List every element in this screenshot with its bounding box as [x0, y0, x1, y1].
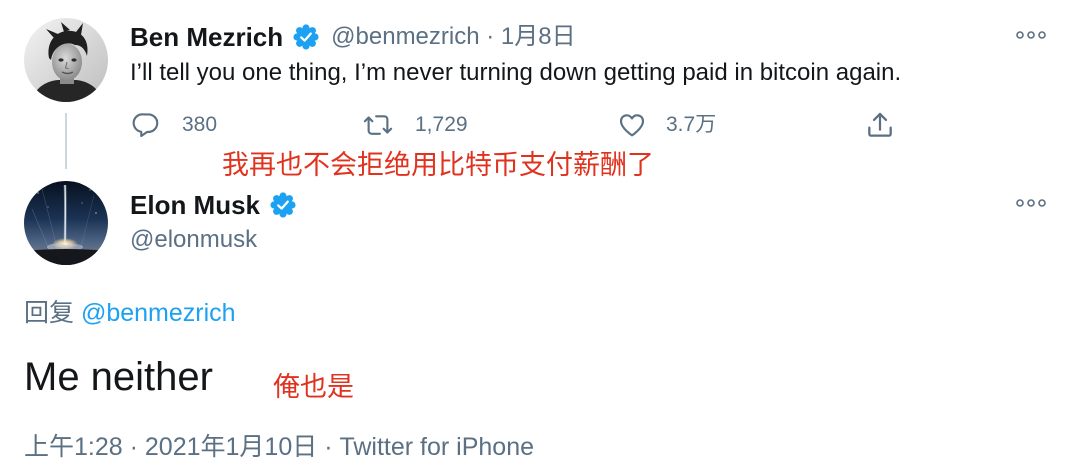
ben-mezrich-avatar[interactable] — [24, 18, 108, 102]
tweet-time[interactable]: 上午1:28 — [24, 433, 123, 461]
like-icon — [616, 110, 648, 140]
replying-to-label: 回复 — [24, 299, 75, 327]
reply-tweet-header: Elon Musk — [130, 188, 296, 222]
retweet-count: 1,729 — [415, 113, 468, 136]
reply-icon — [131, 110, 161, 140]
more-options-button[interactable] — [1014, 193, 1048, 213]
meta-separator: · — [324, 433, 333, 461]
author-handle[interactable]: @benmezrich — [331, 23, 479, 50]
author-handle[interactable]: @elonmusk — [130, 224, 257, 256]
reply-count: 380 — [182, 113, 218, 136]
tweet-source[interactable]: Twitter for iPhone — [339, 433, 534, 461]
more-icon — [1016, 198, 1046, 208]
meta-separator: · — [129, 433, 138, 461]
like-button[interactable]: 3.7万 — [616, 109, 716, 141]
tweet-timestamp-row: 上午1:28 · 2021年1月10日 · Twitter for iPhone — [24, 431, 534, 463]
translation-annotation: 我再也不会拒绝用比特币支付薪酬了 — [222, 150, 654, 180]
reply-button[interactable]: 380 — [131, 109, 217, 141]
replying-to-line: 回复 @benmezrich — [24, 297, 236, 329]
more-options-button[interactable] — [1014, 25, 1048, 45]
more-icon — [1016, 30, 1046, 40]
elon-musk-avatar[interactable] — [24, 181, 108, 265]
author-name[interactable]: Elon Musk — [130, 188, 260, 222]
thread-connector-line — [65, 113, 67, 169]
meta-separator: · — [486, 23, 495, 50]
retweet-button[interactable]: 1,729 — [361, 109, 468, 141]
parent-tweet-header: Ben Mezrich @benmezrich · 1月8日 — [130, 20, 576, 54]
verified-badge-icon — [270, 192, 296, 218]
retweet-icon — [361, 110, 395, 140]
tweet-date[interactable]: 1月8日 — [501, 23, 576, 50]
author-name[interactable]: Ben Mezrich — [130, 20, 283, 54]
verified-badge-icon — [293, 24, 319, 50]
translation-annotation: 俺也是 — [273, 372, 354, 402]
tweet-full-date[interactable]: 2021年1月10日 — [145, 433, 317, 461]
replying-to-handle-link[interactable]: @benmezrich — [81, 299, 236, 327]
reply-tweet-text: Me neither — [24, 355, 213, 399]
tweet-text: I’ll tell you one thing, I’m never turni… — [130, 59, 902, 86]
like-count: 3.7万 — [666, 113, 717, 136]
author-handle-and-date: @benmezrich · 1月8日 — [331, 20, 575, 54]
share-icon — [864, 109, 896, 141]
share-button[interactable] — [864, 109, 896, 141]
